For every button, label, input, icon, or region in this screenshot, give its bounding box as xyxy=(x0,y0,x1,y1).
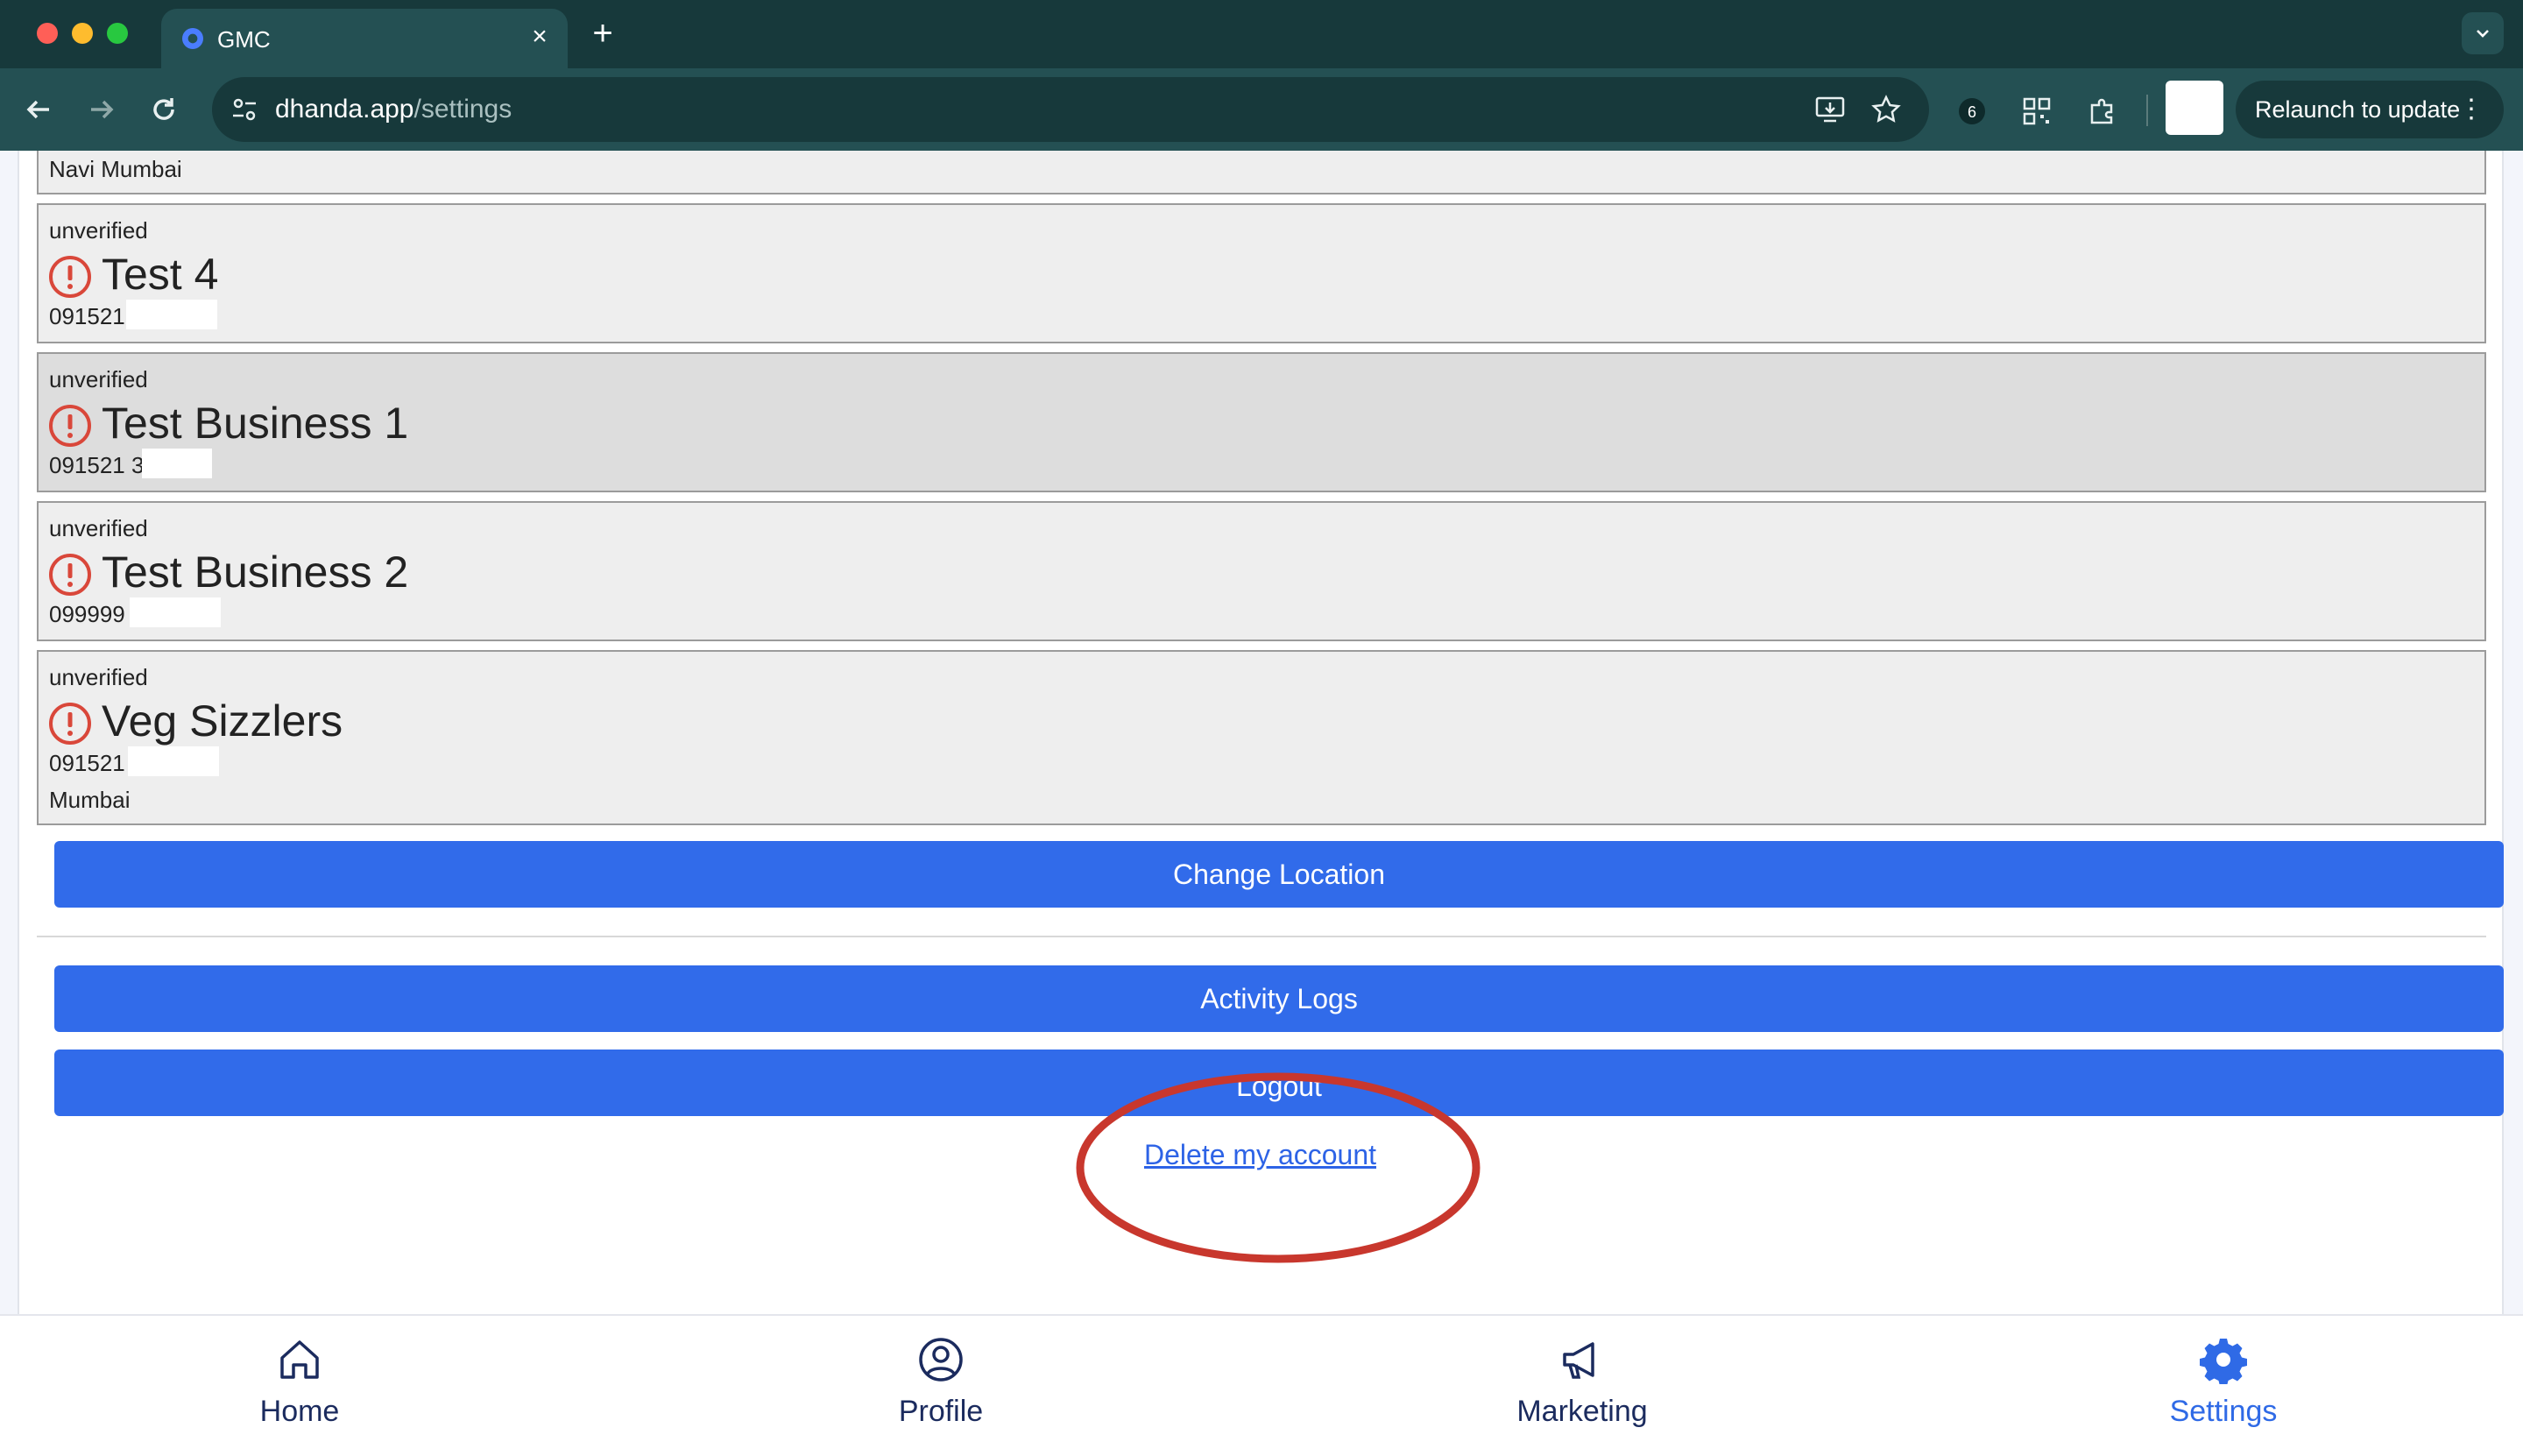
qr-code-icon[interactable] xyxy=(2020,95,2053,128)
bottom-navigation: Home Profile Marketing Settings xyxy=(0,1314,2523,1456)
address-bar[interactable]: dhanda.app/settings xyxy=(212,77,1929,142)
business-phone: 091521 3 xyxy=(49,452,145,478)
toolbar-separator xyxy=(2146,95,2148,126)
url-text: dhanda.app/settings xyxy=(275,95,512,124)
verification-status: unverified xyxy=(49,366,148,392)
relaunch-label: Relaunch to update xyxy=(2255,96,2461,123)
forward-arrow-icon[interactable] xyxy=(79,88,123,131)
business-name: Test Business 1 xyxy=(102,399,409,448)
browser-chrome: GMC × + dhanda.app/settings 6 Relaunch t… xyxy=(0,0,2523,151)
nav-label: Marketing xyxy=(1516,1395,1648,1428)
redaction-box xyxy=(142,449,212,478)
redaction-box xyxy=(128,746,219,776)
business-item[interactable]: Navi Mumbai xyxy=(37,151,2486,194)
business-item[interactable]: unverified Test Business 1 091521 3 xyxy=(37,352,2486,492)
verification-status: unverified xyxy=(49,664,148,690)
chevron-down-icon xyxy=(2477,30,2489,38)
alert-icon xyxy=(49,703,91,745)
verification-status: unverified xyxy=(49,515,148,541)
new-tab-button[interactable]: + xyxy=(585,16,620,51)
nav-item-settings[interactable]: Settings xyxy=(2136,1316,2311,1456)
megaphone-icon xyxy=(1563,1342,1594,1379)
alert-icon xyxy=(49,405,91,447)
verification-status: unverified xyxy=(49,217,148,244)
url-host: dhanda.app xyxy=(275,95,414,124)
change-location-button[interactable]: Change Location xyxy=(54,841,2504,908)
nav-item-profile[interactable]: Profile xyxy=(853,1316,1028,1456)
business-item[interactable]: unverified Veg Sizzlers 091521 Mumbai xyxy=(37,650,2486,825)
alert-icon xyxy=(49,554,91,596)
extension-badge-icon[interactable]: 6 xyxy=(1955,95,1989,128)
redaction-box xyxy=(126,300,217,329)
business-phone: 099999 xyxy=(49,601,125,627)
reload-icon[interactable] xyxy=(142,88,186,131)
install-app-icon[interactable] xyxy=(1813,93,1847,126)
nav-label: Settings xyxy=(2169,1395,2278,1428)
site-settings-icon[interactable] xyxy=(228,93,261,126)
tab-search-button[interactable] xyxy=(2462,12,2504,54)
annotation-circle xyxy=(1076,1072,1481,1263)
close-tab-icon[interactable]: × xyxy=(524,21,555,53)
business-name: Test Business 2 xyxy=(102,548,409,597)
nav-item-marketing[interactable]: Marketing xyxy=(1495,1316,1670,1456)
business-city: Navi Mumbai xyxy=(49,156,182,182)
page-content: Navi Mumbai unverified Test 4 091521 unv… xyxy=(0,151,2523,1314)
tab-strip: GMC × + xyxy=(0,0,2523,68)
gear-favicon-icon xyxy=(182,28,203,49)
profile-icon xyxy=(919,1338,963,1382)
browser-toolbar: dhanda.app/settings 6 Relaunch to update… xyxy=(0,68,2523,151)
nav-item-home[interactable]: Home xyxy=(212,1316,387,1456)
more-menu-icon[interactable]: ⋮ xyxy=(2458,81,2484,138)
nav-label: Profile xyxy=(898,1395,984,1428)
activity-logs-button[interactable]: Activity Logs xyxy=(54,965,2504,1032)
business-item[interactable]: unverified Test 4 091521 xyxy=(37,203,2486,343)
extensions-puzzle-icon[interactable] xyxy=(2085,95,2118,128)
profile-avatar[interactable] xyxy=(2166,81,2223,135)
window-maximize-button[interactable] xyxy=(107,23,128,44)
url-path: /settings xyxy=(413,95,512,124)
business-phone: 091521 xyxy=(49,750,125,776)
window-minimize-button[interactable] xyxy=(72,23,93,44)
relaunch-to-update-button[interactable]: Relaunch to update ⋮ xyxy=(2236,81,2504,138)
business-city: Mumbai xyxy=(49,787,131,813)
home-icon xyxy=(280,1340,319,1379)
back-arrow-icon[interactable] xyxy=(18,88,61,131)
business-phone: 091521 xyxy=(49,303,125,329)
bookmark-star-icon[interactable] xyxy=(1869,93,1903,126)
alert-icon xyxy=(49,256,91,298)
business-name: Veg Sizzlers xyxy=(102,696,343,746)
business-name: Test 4 xyxy=(102,250,219,299)
tab-title: GMC xyxy=(217,26,271,53)
window-close-button[interactable] xyxy=(37,23,58,44)
redaction-box xyxy=(130,597,221,627)
nav-label: Home xyxy=(259,1395,340,1428)
gear-icon xyxy=(2200,1339,2247,1384)
business-item[interactable]: unverified Test Business 2 099999 xyxy=(37,501,2486,641)
section-divider xyxy=(37,936,2486,937)
svg-text:6: 6 xyxy=(1968,103,1976,121)
browser-tab-gmc[interactable]: GMC × xyxy=(161,9,568,68)
